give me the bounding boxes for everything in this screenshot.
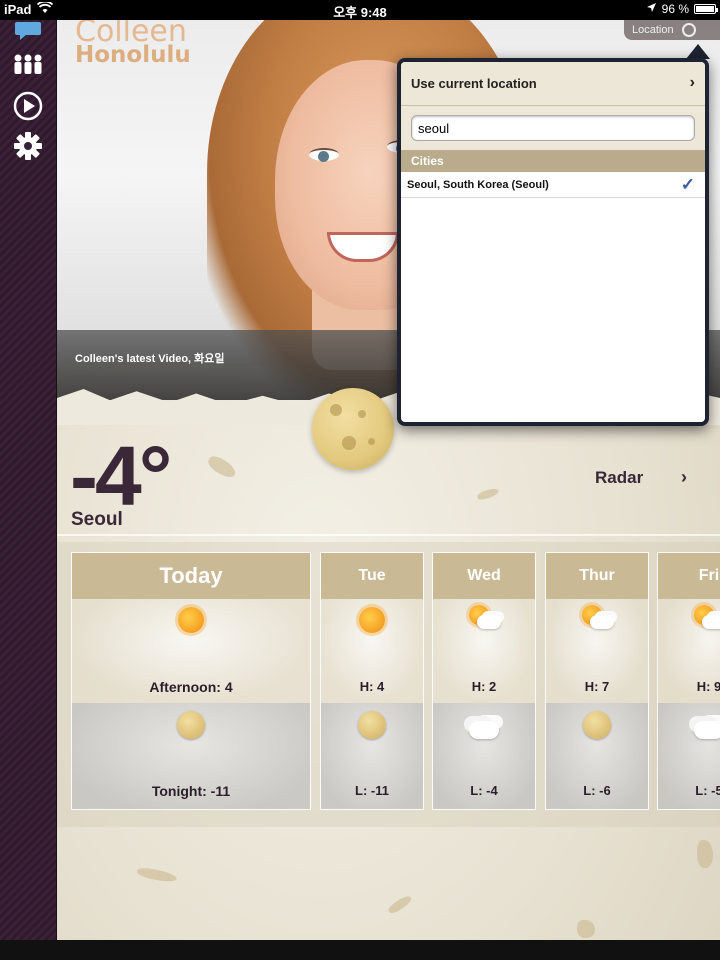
moon-icon (358, 711, 386, 739)
forecast-day-name: Fri (658, 553, 720, 599)
forecast-day-today[interactable]: Today Afternoon: 4 Tonight: -11 (71, 552, 311, 810)
paper-texture (205, 453, 239, 481)
cloud-icon (469, 721, 499, 739)
location-popover: Use current location › Cities Seoul, Sou… (397, 58, 709, 426)
use-current-location-row[interactable]: Use current location › (401, 62, 705, 106)
search-row (401, 106, 705, 150)
checkmark-icon: ✓ (680, 175, 695, 194)
popover-arrow (686, 44, 710, 59)
forecast-night-text: L: -4 (470, 783, 498, 798)
forecast-night-text: Tonight: -11 (151, 783, 231, 799)
forecast-day-text: H: 9 (696, 679, 720, 694)
gear-icon[interactable] (10, 128, 46, 164)
battery-percent: 96 % (661, 2, 689, 16)
forecast-panel: Today Afternoon: 4 Tonight: -11 Tue H: 4… (57, 542, 720, 827)
paper-texture (136, 866, 178, 884)
paper-texture (577, 920, 595, 938)
forecast-day-wed[interactable]: Wed H: 2 L: -4 (432, 552, 536, 810)
sidebar (0, 20, 57, 940)
partly-cloudy-icon (582, 605, 614, 631)
chat-bubble-icon[interactable] (10, 14, 46, 50)
cloud-icon (694, 721, 720, 739)
forecast-day-text: Afternoon: 4 (149, 679, 233, 695)
use-current-location-label: Use current location (411, 76, 537, 91)
city-search-input[interactable] (411, 115, 695, 141)
paper-texture (697, 840, 713, 868)
battery-icon (694, 4, 718, 14)
paper-texture (476, 486, 500, 502)
forecast-night-text: L: -5 (695, 783, 720, 798)
forecast-day-name: Tue (321, 553, 423, 599)
forecast-day-text: H: 2 (471, 679, 497, 694)
forecast-night-text: L: -11 (355, 783, 389, 798)
partly-cloudy-icon (694, 605, 720, 631)
location-button[interactable]: Location (624, 20, 720, 40)
moon-icon (583, 711, 611, 739)
location-settings-icon (681, 23, 696, 37)
hero-subtitle: Honolulu (75, 42, 191, 68)
forecast-day-text: H: 7 (584, 679, 610, 694)
hero-photo-eye (309, 148, 339, 162)
status-time: 오후 9:48 (333, 5, 387, 20)
radar-link[interactable]: Radar (595, 468, 643, 488)
forecast-day-name: Thur (546, 553, 648, 599)
location-button-label: Location (632, 24, 674, 36)
moon-icon (177, 711, 205, 739)
paper-texture (386, 893, 414, 916)
forecast-day-name: Wed (433, 553, 535, 599)
partly-cloudy-icon (469, 605, 501, 631)
moon-icon (312, 388, 394, 470)
current-city: Seoul (71, 509, 123, 530)
cities-section-header: Cities (401, 150, 705, 172)
divider (57, 534, 720, 536)
forecast-day-tue[interactable]: Tue H: 4 L: -11 (320, 552, 424, 810)
video-caption[interactable]: Colleen's latest Video, 화요일 (75, 350, 225, 366)
sun-icon (178, 607, 204, 633)
forecast-day-text: H: 4 (359, 679, 385, 694)
forecast-day-fri[interactable]: Fri H: 9 L: -5 (657, 552, 720, 810)
sun-icon (359, 607, 385, 633)
play-icon[interactable] (10, 88, 46, 124)
chevron-right-icon: › (689, 74, 695, 91)
status-bar: iPad 오후 9:48 96 % (0, 0, 720, 20)
forecast-day-thur[interactable]: Thur H: 7 L: -6 (545, 552, 649, 810)
location-arrow-icon (646, 2, 657, 16)
forecast-night-text: L: -6 (583, 783, 611, 798)
forecast-day-name: Today (72, 553, 310, 599)
city-result-label: Seoul, South Korea (Seoul) (407, 178, 549, 191)
city-result-row[interactable]: Seoul, South Korea (Seoul) ✓ (401, 172, 705, 198)
people-icon[interactable] (10, 48, 46, 84)
bottom-bezel (0, 940, 720, 960)
chevron-right-icon[interactable]: › (681, 467, 687, 488)
